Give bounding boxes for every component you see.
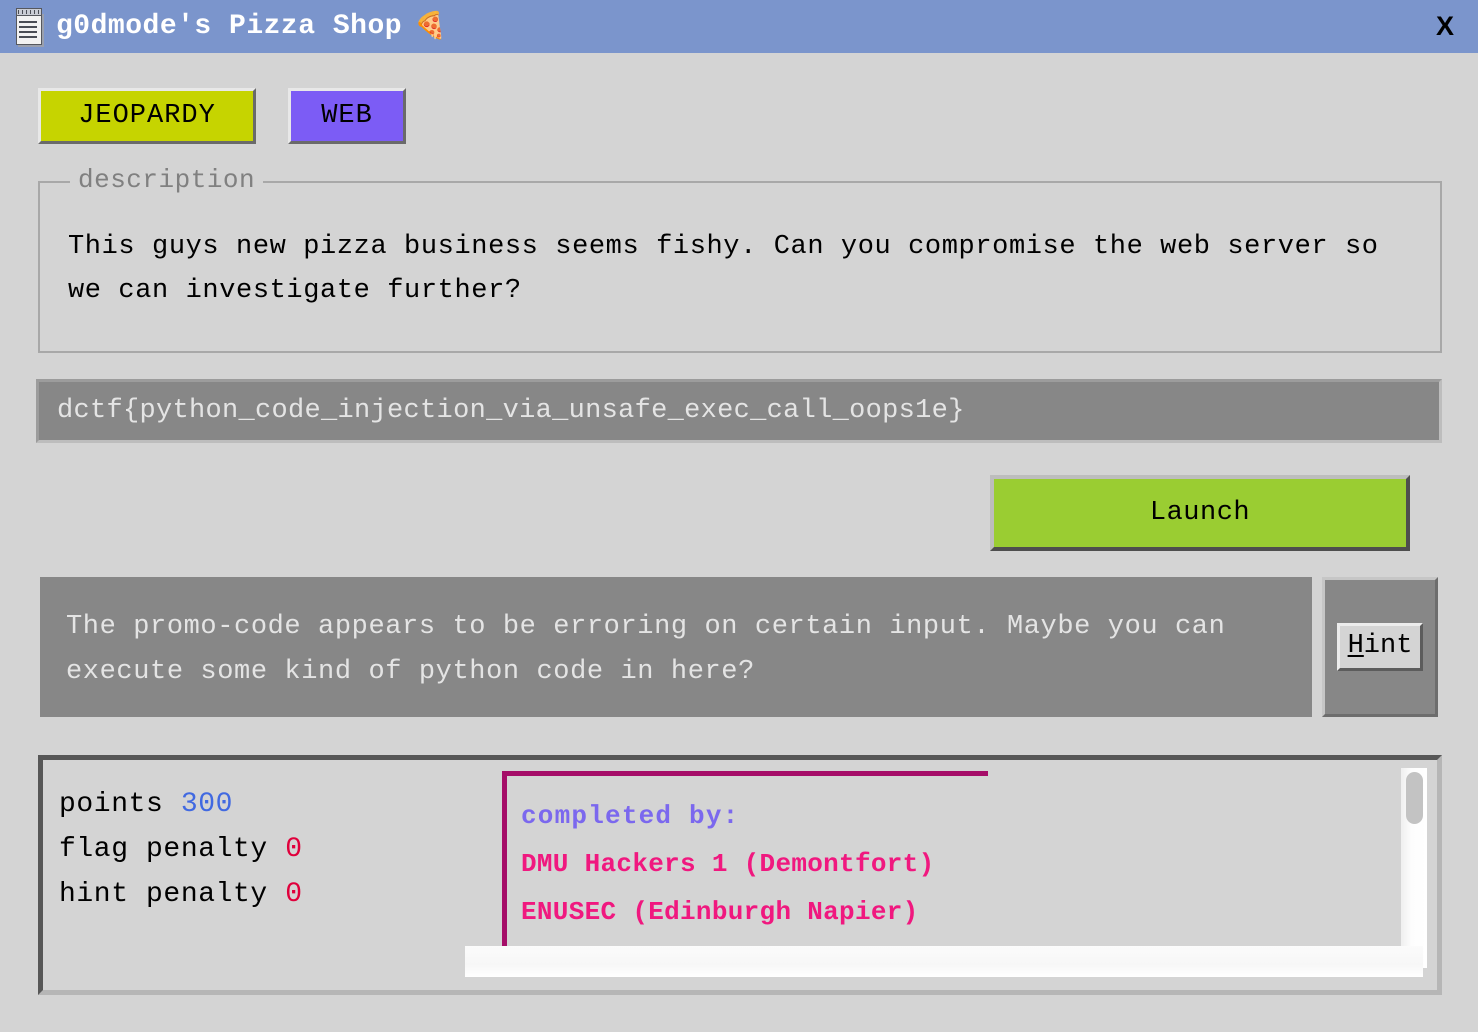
points-value: 300 (180, 789, 234, 820)
notepad-icon (14, 8, 44, 45)
description-groupbox: description This guys new pizza business… (38, 165, 1442, 353)
points-row: points 300 (59, 782, 303, 827)
horizontal-scrollbar[interactable] (465, 946, 1423, 977)
flag-penalty-label: flag penalty (59, 834, 268, 865)
description-text: This guys new pizza business seems fishy… (68, 232, 1396, 306)
challenge-info-panel: points 300 flag penalty 0 hint penalty 0… (38, 755, 1442, 995)
flag-input[interactable]: dctf{python_code_injection_via_unsafe_ex… (36, 379, 1442, 443)
hint-penalty-value: 0 (285, 879, 303, 910)
hint-button-mnemonic: H (1347, 631, 1364, 661)
hint-button[interactable]: Hint (1336, 623, 1424, 671)
flag-penalty-value: 0 (285, 834, 303, 865)
hint-penalty-row: hint penalty 0 (59, 872, 303, 917)
completed-by-list: completed by: DMU Hackers 1 (Demontfort)… (502, 771, 988, 961)
list-item: DMU Hackers 1 (Demontfort) (521, 849, 935, 879)
hint-text: The promo-code appears to be erroring on… (66, 612, 1243, 687)
hint-button-label: int (1363, 631, 1413, 661)
category-button-row: JEOPARDY WEB (38, 88, 406, 144)
window-titlebar: g0dmode's Pizza Shop 🍕 X (0, 0, 1478, 53)
vertical-scrollbar-thumb[interactable] (1406, 772, 1423, 824)
pizza-icon: 🍕 (414, 11, 447, 42)
points-label: points (59, 789, 164, 820)
vertical-scrollbar[interactable] (1401, 768, 1427, 968)
flag-penalty-row: flag penalty 0 (59, 827, 303, 872)
hint-button-panel: Hint (1322, 577, 1438, 717)
stats-block: points 300 flag penalty 0 hint penalty 0 (59, 782, 303, 917)
launch-button[interactable]: Launch (990, 475, 1410, 551)
completed-by-title: completed by: (521, 801, 740, 831)
window-title: g0dmode's Pizza Shop (56, 11, 403, 42)
category-button-web[interactable]: WEB (288, 88, 406, 144)
list-item: ENUSEC (Edinburgh Napier) (521, 897, 919, 927)
hint-penalty-label: hint penalty (59, 879, 268, 910)
hint-display-box: The promo-code appears to be erroring on… (40, 577, 1312, 717)
category-button-jeopardy[interactable]: JEOPARDY (38, 88, 256, 144)
flag-input-value: dctf{python_code_injection_via_unsafe_ex… (57, 396, 965, 426)
close-window-button[interactable]: X (1430, 11, 1460, 42)
description-legend: description (70, 165, 264, 195)
